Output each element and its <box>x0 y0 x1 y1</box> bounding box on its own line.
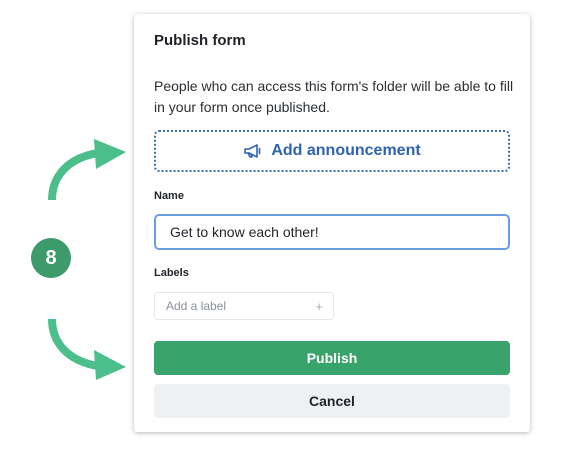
cancel-button[interactable]: Cancel <box>154 384 510 418</box>
curved-arrow-up-icon <box>48 139 126 201</box>
curved-arrow-down-icon <box>48 318 126 380</box>
add-announcement-button[interactable]: Add announcement <box>154 130 510 172</box>
dialog-description: People who can access this form's folder… <box>154 78 514 115</box>
add-announcement-label: Add announcement <box>271 142 421 159</box>
publish-form-dialog: Publish form People who can access this … <box>134 14 530 432</box>
name-input[interactable] <box>154 214 510 250</box>
name-field-label: Name <box>154 190 184 202</box>
dialog-title: Publish form <box>154 32 246 49</box>
publish-button[interactable]: Publish <box>154 341 510 375</box>
step-number-badge: 8 <box>31 238 71 278</box>
add-label-placeholder: Add a label <box>166 299 227 313</box>
add-label-input[interactable]: Add a label + <box>154 292 334 320</box>
tutorial-stage: 8 Publish form People who can access thi… <box>0 0 563 455</box>
megaphone-icon <box>243 143 263 159</box>
labels-field-label: Labels <box>154 267 189 279</box>
plus-icon[interactable]: + <box>315 299 323 314</box>
